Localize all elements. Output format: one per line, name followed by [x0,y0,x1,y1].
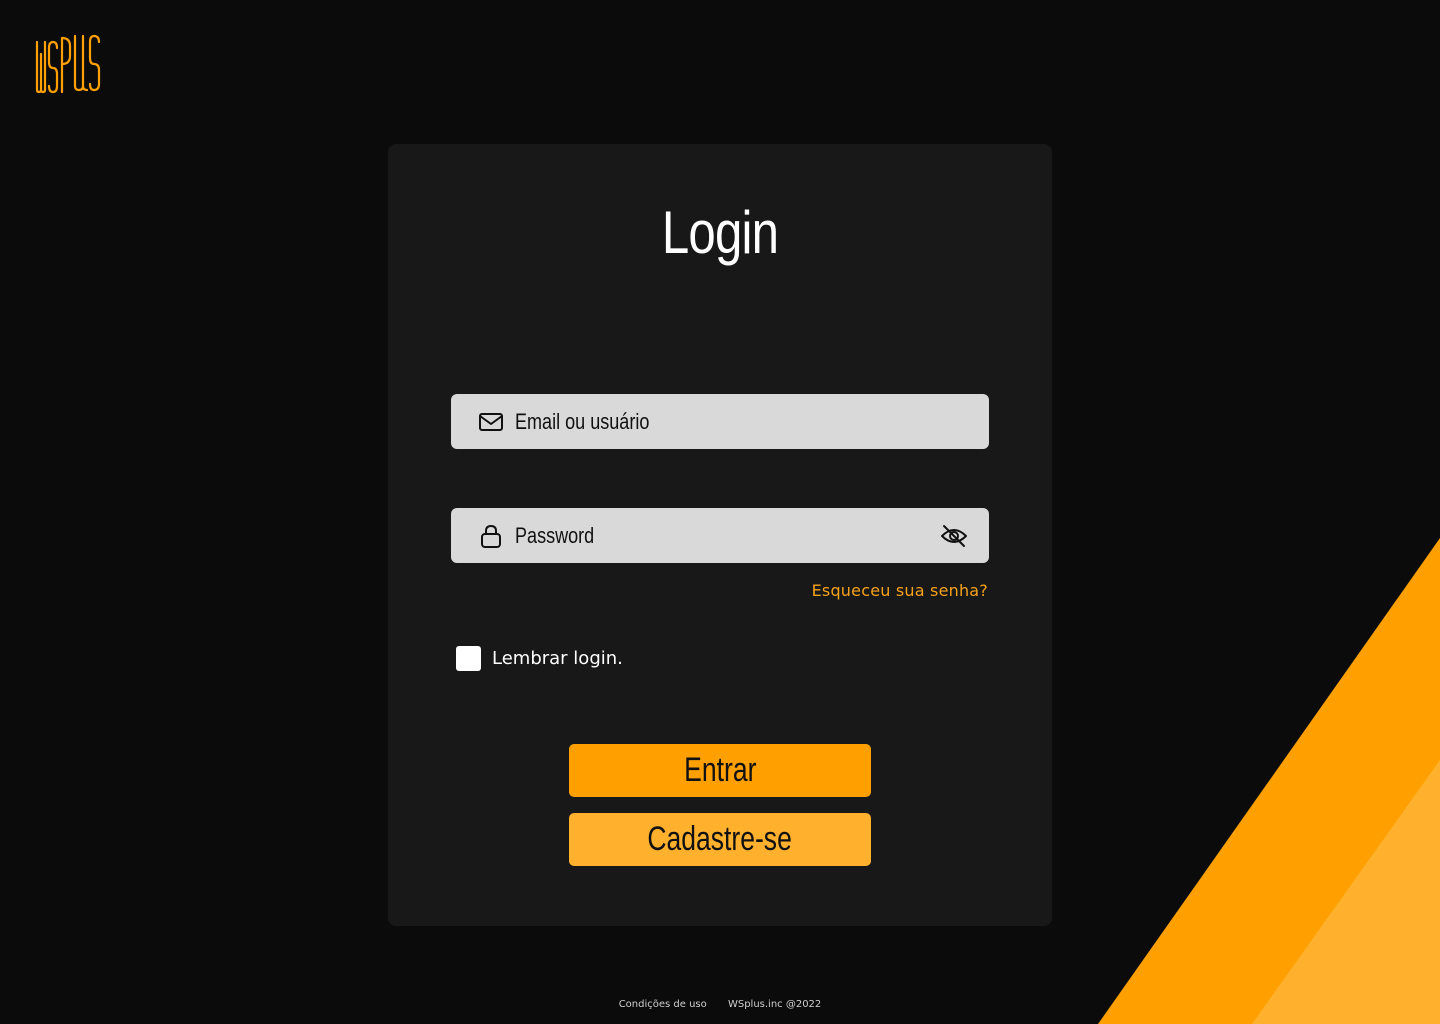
footer: Condições de uso WSplus.inc @2022 [0,999,1440,1010]
remember-login[interactable]: Lembrar login. [456,646,623,671]
signup-button-label: Cadastre-se [647,820,793,858]
lock-icon [481,525,501,548]
login-page: Login Esqueceu sua senha? Lembrar login.… [0,0,1440,1024]
remember-checkbox[interactable] [456,646,481,671]
email-input[interactable] [515,394,843,449]
login-button-label: Entrar [683,751,757,789]
remember-label: Lembrar login. [492,648,623,669]
wsplus-logo[interactable] [35,34,101,94]
terms-link[interactable]: Condições de uso [619,999,707,1010]
mail-icon [479,413,503,431]
login-button[interactable]: Entrar [569,744,871,797]
eye-off-icon[interactable] [939,521,969,551]
copyright-text: WSplus.inc @2022 [727,999,822,1010]
signup-button[interactable]: Cadastre-se [569,813,871,866]
forgot-password-link[interactable]: Esqueceu sua senha? [812,581,988,600]
password-input[interactable] [515,508,843,563]
email-field-container[interactable] [451,394,989,449]
stripe-light [1252,760,1440,1024]
page-title: Login [661,199,779,266]
stripe-dark [1098,538,1440,1024]
password-field-container[interactable] [451,508,989,563]
